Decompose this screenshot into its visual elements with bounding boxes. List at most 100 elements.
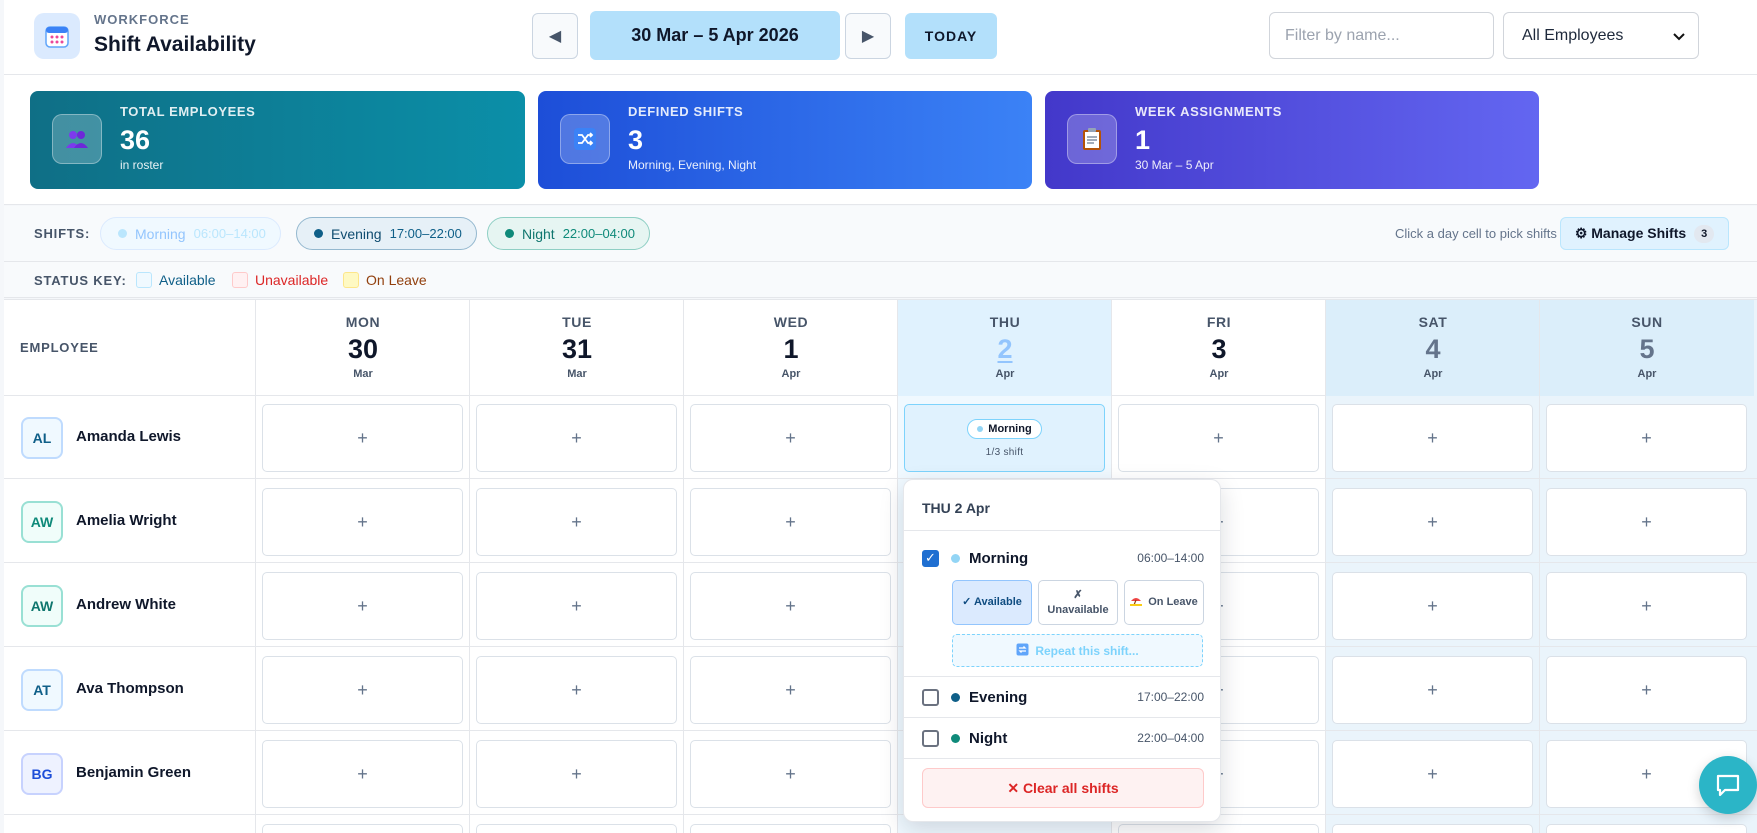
day-cell[interactable]: + [1546,572,1747,640]
day-cell[interactable]: + [476,488,677,556]
repeat-shift-button[interactable]: Repeat this shift... [952,634,1203,667]
shift-chip-time: 17:00–22:00 [389,226,462,241]
brand-eyebrow: WORKFORCE [94,12,190,27]
day-cell[interactable]: + [690,572,891,640]
employee-row: AW Amelia Wright + + + + + + + [4,480,1757,563]
dot-icon [314,229,323,238]
day-cell[interactable] [690,824,891,833]
day-cell[interactable]: + [1546,656,1747,724]
day-cell[interactable]: + [1332,488,1533,556]
stat-label: DEFINED SHIFTS [628,104,744,119]
checkbox-unchecked[interactable] [922,688,939,706]
employee-row: AW Andrew White + + + + + + + [4,564,1757,647]
day-cell[interactable] [1546,824,1747,833]
dot-icon [951,733,960,743]
top-header: WORKFORCE Shift Availability ◀ 30 Mar – … [4,0,1757,75]
dot-icon [951,553,960,563]
chevron-down-icon [1673,33,1685,41]
day-cell[interactable]: + [262,656,463,724]
next-week-button[interactable]: ▶ [845,13,891,59]
day-cell[interactable] [1332,824,1533,833]
stats-section: TOTAL EMPLOYEES 36 in roster DEFINED SHI… [4,75,1757,205]
employee-filter-select[interactable]: All Employees [1503,12,1699,59]
day-cell[interactable]: + [1118,404,1319,472]
employee-filter-value: All Employees [1522,26,1624,44]
manage-shifts-button[interactable]: ⚙ Manage Shifts 3 [1560,217,1729,250]
day-cell[interactable]: + [1332,404,1533,472]
today-button[interactable]: TODAY [905,13,997,59]
day-cell[interactable]: + [476,656,677,724]
shift-option-evening[interactable]: Evening 17:00–22:00 [922,685,1204,709]
triangle-left-icon: ◀ [548,28,562,45]
clipboard-icon [1067,114,1117,164]
day-cell[interactable]: + [476,572,677,640]
day-cell[interactable]: + [1332,656,1533,724]
divider [904,758,1220,759]
day-cell[interactable] [262,824,463,833]
shift-chip-name: Evening [331,225,382,242]
shift-chip-name: Night [522,225,555,242]
avatar: AW [21,501,63,543]
checkbox-unchecked[interactable] [922,729,939,747]
day-cell[interactable]: + [262,488,463,556]
day-cell[interactable]: + [1546,488,1747,556]
employee-row-partial [4,816,1757,833]
checkbox-checked[interactable]: ✓ [922,549,939,567]
swatch-icon [343,272,359,288]
avatar: AL [21,417,63,459]
day-cell[interactable]: + [1332,740,1533,808]
stat-label: TOTAL EMPLOYEES [120,104,256,119]
shift-chip-time: 06:00–14:00 [193,226,266,241]
dot-icon [951,692,960,702]
employee-name: Andrew White [76,596,176,613]
stat-sub: in roster [120,158,164,172]
day-cell[interactable] [476,824,677,833]
employee-name: Ava Thompson [76,680,184,697]
day-cell[interactable]: + [1332,572,1533,640]
day-header: MON 30 Mar [345,314,381,380]
day-cell[interactable]: + [690,488,891,556]
day-cell[interactable]: + [690,404,891,472]
divider [904,530,1220,531]
prev-week-button[interactable]: ◀ [532,13,578,59]
status-unavailable-button[interactable]: ✗ Unavailable [1038,580,1118,625]
stat-label: WEEK ASSIGNMENTS [1135,104,1283,119]
day-cell[interactable]: + [262,572,463,640]
clear-all-shifts-button[interactable]: ✕ Clear all shifts [922,768,1204,808]
day-cell[interactable]: + [262,740,463,808]
shift-option-night[interactable]: Night 22:00–04:00 [922,726,1204,750]
day-cell[interactable]: + [1546,404,1747,472]
chat-bubble-icon [1716,774,1740,797]
availability-grid: EMPLOYEE MON 30 Mar TUE 31 Mar WED 1 Apr… [4,299,1757,833]
chat-button[interactable] [1699,756,1757,814]
status-key-on-leave: On Leave [343,272,427,288]
day-cell[interactable]: + [262,404,463,472]
shift-chip-evening[interactable]: Evening 17:00–22:00 [296,217,477,250]
status-on-leave-button[interactable]: On Leave [1124,580,1204,625]
day-cell[interactable]: + [476,404,677,472]
day-cell-assigned[interactable]: Morning 1/3 shift [904,404,1105,472]
employee-name: Amanda Lewis [76,428,182,445]
shift-chip-name: Morning [135,225,186,242]
triangle-right-icon: ▶ [861,28,875,45]
day-header: FRI 3 Apr [1206,314,1232,380]
day-cell[interactable]: + [690,656,891,724]
day-cell[interactable] [1118,824,1319,833]
stat-sub: 30 Mar – 5 Apr [1135,158,1214,172]
shift-chip-night[interactable]: Night 22:00–04:00 [487,217,650,250]
shift-chip-morning[interactable]: Morning 06:00–14:00 [100,217,281,250]
employee-column-header: EMPLOYEE [20,340,99,355]
popover-title: THU 2 Apr [922,500,990,516]
status-available-button[interactable]: ✓ Available [952,580,1032,625]
week-range-label[interactable]: 30 Mar – 5 Apr 2026 [590,11,840,60]
filter-name-input[interactable] [1269,12,1494,59]
beach-icon [1130,594,1143,610]
shifts-label: SHIFTS: [34,226,91,241]
day-cell[interactable]: + [690,740,891,808]
shuffle-icon [560,114,610,164]
shift-option-morning[interactable]: ✓ Morning 06:00–14:00 [922,546,1204,570]
repeat-icon [1016,643,1029,659]
day-header-today: THU 2 Apr [898,300,1112,396]
shift-picker-popover: THU 2 Apr ✓ Morning 06:00–14:00 ✓ Availa… [903,479,1221,822]
day-cell[interactable]: + [476,740,677,808]
